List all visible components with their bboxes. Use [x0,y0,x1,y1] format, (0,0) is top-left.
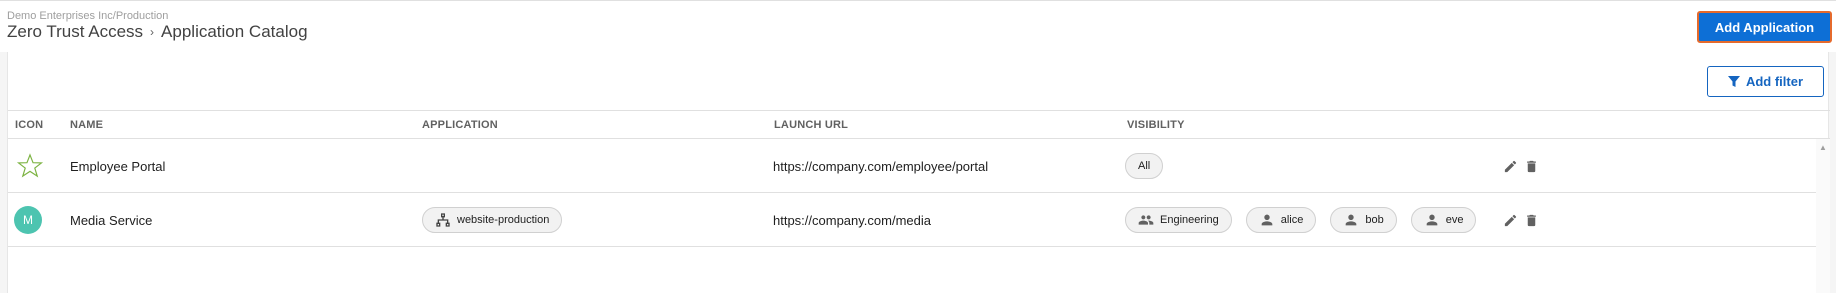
visibility-cell: Engineering alice bob eve [1125,193,1490,247]
edit-icon[interactable] [1503,159,1518,174]
row-actions [1503,139,1539,193]
app-icon-cell: M [14,193,42,247]
visibility-chip: All [1125,153,1164,179]
person-icon [1426,214,1438,226]
row-actions [1503,193,1539,247]
delete-icon[interactable] [1524,159,1539,174]
scroll-up-arrow-icon[interactable]: ▲ [1819,143,1827,152]
person-icon [1261,214,1273,226]
add-application-button[interactable]: Add Application [1697,11,1832,43]
column-header-name[interactable]: NAME [70,119,103,131]
app-launch-url[interactable]: https://company.com/employee/portal [773,139,988,193]
column-header-launch-url[interactable]: LAUNCH URL [774,119,848,131]
visibility-chip: alice [1245,207,1317,233]
table-scrollbar[interactable]: ▲ [1816,139,1830,293]
column-header-icon: ICON [15,119,44,131]
application-chip[interactable]: website-production [422,207,563,233]
group-icon [1138,215,1154,225]
visibility-chip-label: eve [1445,214,1464,226]
visibility-chip: eve [1410,207,1477,233]
catalog-panel: Add filter ICON NAME APPLICATION LAUNCH … [7,52,1830,293]
visibility-chip-label: All [1138,160,1151,172]
visibility-chip: bob [1330,207,1397,233]
visibility-chip-label: Engineering [1160,214,1219,226]
column-header-application[interactable]: APPLICATION [422,119,498,131]
breadcrumb: Zero Trust Access › Application Catalog [7,22,308,42]
delete-icon[interactable] [1524,213,1539,228]
add-filter-label: Add filter [1745,74,1804,89]
visibility-chip: Engineering [1125,207,1232,233]
app-name: Media Service [70,212,153,228]
table-row[interactable]: Employee Portal https://company.com/empl… [8,139,1816,193]
add-filter-button[interactable]: Add filter [1707,66,1824,97]
app-icon-cell [16,139,44,193]
app-name: Employee Portal [70,158,166,174]
star-outline-icon [16,153,44,178]
visibility-cell: All [1125,139,1177,193]
avatar: M [14,206,42,234]
table-header: ICON NAME APPLICATION LAUNCH URL VISIBIL… [8,110,1830,139]
edit-icon[interactable] [1503,213,1518,228]
app-launch-url[interactable]: https://company.com/media [773,193,931,247]
column-header-visibility: VISIBILITY [1127,119,1185,131]
visibility-chip-label: alice [1280,214,1304,226]
person-icon [1346,214,1357,226]
breadcrumb-root[interactable]: Zero Trust Access [7,22,143,42]
visibility-chip-label: bob [1365,214,1384,226]
page-header: Demo Enterprises Inc/Production Zero Tru… [0,0,1836,52]
app-application: website-production [422,193,576,247]
filter-icon [1727,75,1740,87]
application-chip-label: website-production [457,214,550,226]
sitemap-icon [436,213,450,227]
breadcrumb-separator: › [150,25,155,39]
table-row[interactable]: M Media Service website-production https… [8,193,1816,247]
org-path[interactable]: Demo Enterprises Inc/Production [7,10,168,22]
breadcrumb-current: Application Catalog [161,22,308,41]
